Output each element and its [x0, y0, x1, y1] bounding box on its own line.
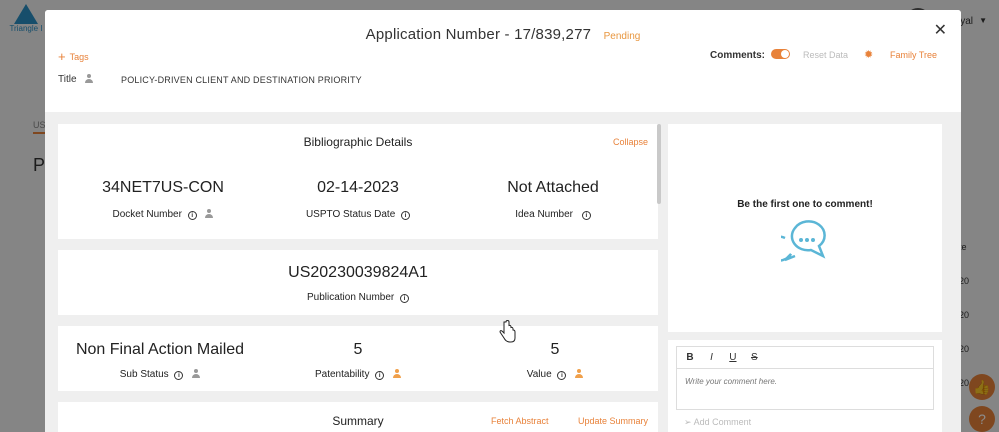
fetch-abstract-button[interactable]: Fetch Abstract: [491, 416, 549, 426]
value-label-row: Value i: [455, 369, 655, 380]
person-icon[interactable]: [84, 74, 93, 83]
underline-button[interactable]: U: [726, 347, 740, 369]
patentability-field: 5 Patentability i: [258, 341, 458, 380]
uspto-status-date-label: USPTO Status Date: [305, 209, 396, 220]
status-date-field: 02-14-2023 USPTO Status Date i: [258, 179, 458, 220]
publication-number-field: US20230039824A1 Publication Number i: [258, 264, 458, 303]
modal-title-row: Application Number - 17/839,277 Pending: [45, 26, 961, 44]
sub-status-value: Non Final Action Mailed: [75, 341, 245, 358]
publication-number-value: US20230039824A1: [288, 264, 428, 281]
scrollbar[interactable]: [657, 124, 661, 204]
patentability-value: 5: [353, 341, 363, 358]
reset-data-button[interactable]: Reset Data: [803, 50, 848, 60]
patentability-label-row: Patentability i: [258, 369, 458, 380]
status-card: Non Final Action Mailed Sub Status i 5 P…: [58, 326, 658, 391]
info-icon[interactable]: i: [174, 371, 184, 380]
info-icon[interactable]: i: [401, 211, 411, 220]
empty-comments-message: Be the first one to comment!: [737, 199, 873, 210]
comments-panel: Be the first one to comment!: [668, 124, 942, 332]
modal-header: ✕ Application Number - 17/839,277 Pendin…: [45, 10, 961, 112]
idea-number-field: Not Attached Idea Number i: [453, 179, 653, 220]
title-label-row: Title: [58, 74, 93, 85]
docket-number-label: Docket Number: [112, 209, 182, 220]
info-icon[interactable]: i: [375, 371, 385, 380]
collapse-button[interactable]: Collapse: [613, 137, 648, 147]
hand-cursor-icon: [499, 320, 516, 343]
bold-button[interactable]: B: [683, 347, 697, 369]
person-icon[interactable]: [392, 369, 401, 378]
value-value: 5: [550, 341, 560, 358]
comments-toggle-control: Comments:: [710, 49, 790, 61]
person-icon[interactable]: [191, 369, 200, 378]
plus-icon: +: [58, 49, 66, 64]
application-modal: ✕ Application Number - 17/839,277 Pendin…: [45, 10, 961, 432]
person-icon[interactable]: [205, 209, 214, 218]
comment-editor-panel: B I U S ➢ Add Comment: [668, 340, 942, 432]
summary-heading: Summary: [332, 414, 384, 428]
update-summary-button[interactable]: Update Summary: [578, 416, 648, 426]
bibliographic-heading: Bibliographic Details: [303, 135, 413, 149]
info-icon[interactable]: i: [557, 371, 567, 380]
idea-number-label-row: Idea Number i: [453, 209, 653, 220]
comment-input[interactable]: [677, 369, 933, 394]
sub-status-label: Sub Status: [119, 369, 169, 380]
publication-number-label: Publication Number: [306, 292, 395, 303]
value-label: Value: [526, 369, 552, 380]
add-tags-button[interactable]: + Tags: [58, 49, 89, 64]
sub-status-field: Non Final Action Mailed Sub Status i: [60, 341, 260, 380]
sub-status-label-row: Sub Status i: [60, 369, 260, 380]
send-icon: ➢: [684, 417, 692, 427]
idea-number-value: Not Attached: [507, 179, 599, 196]
uspto-status-date-value: 02-14-2023: [317, 179, 399, 196]
title-label: Title: [58, 74, 77, 85]
comments-label: Comments:: [710, 50, 766, 61]
summary-card: Summary Fetch Abstract Update Summary: [58, 402, 658, 432]
idea-number-label: Idea Number: [515, 209, 574, 220]
add-comment-label: Add Comment: [693, 417, 752, 427]
publication-card: US20230039824A1 Publication Number i: [58, 250, 658, 315]
patentability-label: Patentability: [314, 369, 370, 380]
value-field: 5 Value i: [455, 341, 655, 380]
bibliographic-details-card: Bibliographic Details Collapse 34NET7US-…: [58, 124, 658, 239]
italic-button[interactable]: I: [704, 347, 718, 369]
add-comment-button[interactable]: ➢ Add Comment: [684, 417, 751, 428]
info-icon[interactable]: i: [187, 211, 197, 220]
application-number-title: Application Number - 17/839,277: [365, 26, 592, 43]
status-badge: Pending: [603, 31, 641, 42]
docket-number-value: 34NET7US-CON: [102, 179, 224, 196]
uspto-status-date-label-row: USPTO Status Date i: [258, 209, 458, 220]
chat-bubbles-icon: [781, 220, 826, 262]
docket-number-label-row: Docket Number i: [63, 209, 263, 220]
tags-label: Tags: [69, 52, 89, 62]
family-tree-button[interactable]: Family Tree: [890, 50, 937, 60]
publication-number-label-row: Publication Number i: [258, 292, 458, 303]
gear-icon[interactable]: ✹: [864, 48, 873, 61]
editor-toolbar: B I U S: [677, 347, 933, 369]
person-icon[interactable]: [574, 369, 583, 378]
info-icon[interactable]: i: [400, 294, 410, 303]
comment-editor: B I U S: [676, 346, 934, 410]
strikethrough-button[interactable]: S: [747, 347, 761, 369]
info-icon[interactable]: i: [581, 211, 591, 220]
title-value: POLICY-DRIVEN CLIENT AND DESTINATION PRI…: [121, 75, 362, 85]
docket-field: 34NET7US-CON Docket Number i: [63, 179, 263, 220]
comments-toggle[interactable]: [770, 49, 790, 59]
